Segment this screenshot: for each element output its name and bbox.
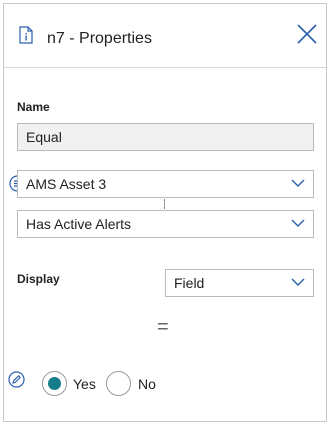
radio-yes[interactable] (42, 371, 67, 396)
asset-select[interactable]: AMS Asset 3 (17, 170, 314, 198)
name-label: Name (17, 100, 50, 114)
display-select-value: Field (174, 275, 205, 291)
display-label: Display (17, 272, 60, 286)
asset-select-value: AMS Asset 3 (26, 176, 107, 192)
close-icon[interactable] (296, 23, 318, 45)
chevron-down-icon (291, 278, 305, 286)
panel-title: n7 - Properties (47, 30, 152, 47)
chevron-down-icon (291, 219, 305, 227)
condition-select-value: Has Active Alerts (26, 216, 132, 232)
condition-select[interactable]: Has Active Alerts (17, 210, 314, 238)
radio-no-label[interactable]: No (138, 376, 156, 392)
document-info-icon (19, 26, 33, 44)
properties-panel: n7 - Properties Name Equal AMS Asset 3 H… (3, 3, 327, 422)
radio-yes-label[interactable]: Yes (73, 376, 96, 392)
equals-operator: = (157, 316, 169, 338)
panel-header: n7 - Properties (4, 4, 326, 68)
radio-no[interactable] (106, 371, 131, 396)
connector-line (164, 199, 165, 209)
display-select[interactable]: Field (165, 269, 314, 297)
pencil-circle-icon[interactable] (8, 371, 25, 388)
name-field[interactable]: Equal (17, 123, 314, 151)
chevron-down-icon (291, 179, 305, 187)
